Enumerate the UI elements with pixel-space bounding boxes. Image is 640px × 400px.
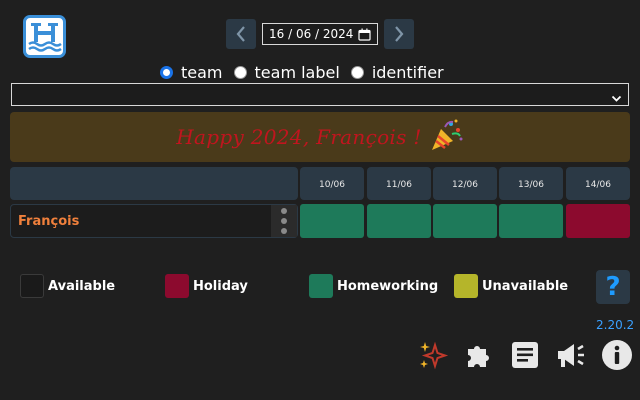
- search-mode-radio-group: team team label identifier: [160, 62, 455, 82]
- radio-unchecked-icon[interactable]: [233, 65, 247, 79]
- legend-label: Homeworking: [337, 278, 439, 294]
- greeting-banner: Happy 2024, François !: [10, 112, 630, 162]
- next-week-button[interactable]: [384, 19, 414, 49]
- calendar-icon[interactable]: [358, 28, 371, 44]
- greeting-text: Happy 2024, François !: [176, 125, 422, 149]
- day-header: 12/06: [433, 167, 497, 200]
- legend-label: Available: [48, 278, 116, 294]
- day-status-cell[interactable]: [300, 204, 364, 238]
- day-header: 14/06: [566, 167, 630, 200]
- day-header: 11/06: [367, 167, 431, 200]
- legend-swatch: [309, 274, 333, 298]
- legend-label: Unavailable: [482, 278, 569, 294]
- legend-homeworking: Homeworking: [309, 274, 438, 298]
- team-select[interactable]: [11, 83, 629, 106]
- kebab-menu-icon[interactable]: [271, 205, 297, 237]
- day-header: 13/06: [499, 167, 563, 200]
- day-status-cell[interactable]: [367, 204, 431, 238]
- previous-week-button[interactable]: [226, 19, 256, 49]
- chevron-left-icon: [236, 26, 245, 42]
- date-input[interactable]: 16 / 06 / 2024: [262, 23, 378, 45]
- legend-unavailable: Unavailable: [454, 274, 568, 298]
- day-status-cell[interactable]: [433, 204, 497, 238]
- party-popper-icon: [428, 117, 464, 157]
- info-icon[interactable]: [600, 338, 634, 372]
- version-label: 2.20.2: [596, 318, 635, 332]
- radio-team[interactable]: team: [160, 63, 223, 82]
- legend-holiday: Holiday: [165, 274, 248, 298]
- document-icon[interactable]: [508, 338, 542, 372]
- help-button[interactable]: ?: [596, 270, 630, 304]
- legend-swatch: [454, 274, 478, 298]
- legend-swatch: [20, 274, 44, 298]
- puzzle-icon[interactable]: [462, 338, 496, 372]
- day-header: 10/06: [300, 167, 364, 200]
- member-row-name: François: [10, 204, 298, 238]
- radio-label-team-label: team label: [254, 62, 340, 82]
- legend-available: Available: [20, 274, 115, 298]
- legend-swatch: [165, 274, 189, 298]
- radio-label-team: team: [181, 62, 223, 82]
- legend-label: Holiday: [193, 278, 248, 294]
- radio-team-label[interactable]: team label: [233, 62, 340, 82]
- radio-label-identifier: identifier: [371, 62, 444, 82]
- app-logo[interactable]: [23, 15, 66, 58]
- day-status-cell[interactable]: [566, 204, 630, 238]
- radio-unchecked-icon[interactable]: [350, 65, 364, 79]
- date-value: 16 / 06 / 2024: [269, 27, 354, 41]
- h-waves-logo-icon: [28, 23, 62, 52]
- member-name[interactable]: François: [18, 214, 79, 229]
- chevron-right-icon: [395, 26, 404, 42]
- chevron-down-icon: [611, 89, 622, 108]
- radio-identifier[interactable]: identifier: [350, 62, 444, 82]
- calendar-header-name-cell: [10, 167, 298, 200]
- radio-checked-icon[interactable]: [160, 65, 173, 79]
- day-status-cell[interactable]: [499, 204, 563, 238]
- megaphone-icon[interactable]: [554, 338, 588, 372]
- sparkles-icon[interactable]: [416, 338, 450, 372]
